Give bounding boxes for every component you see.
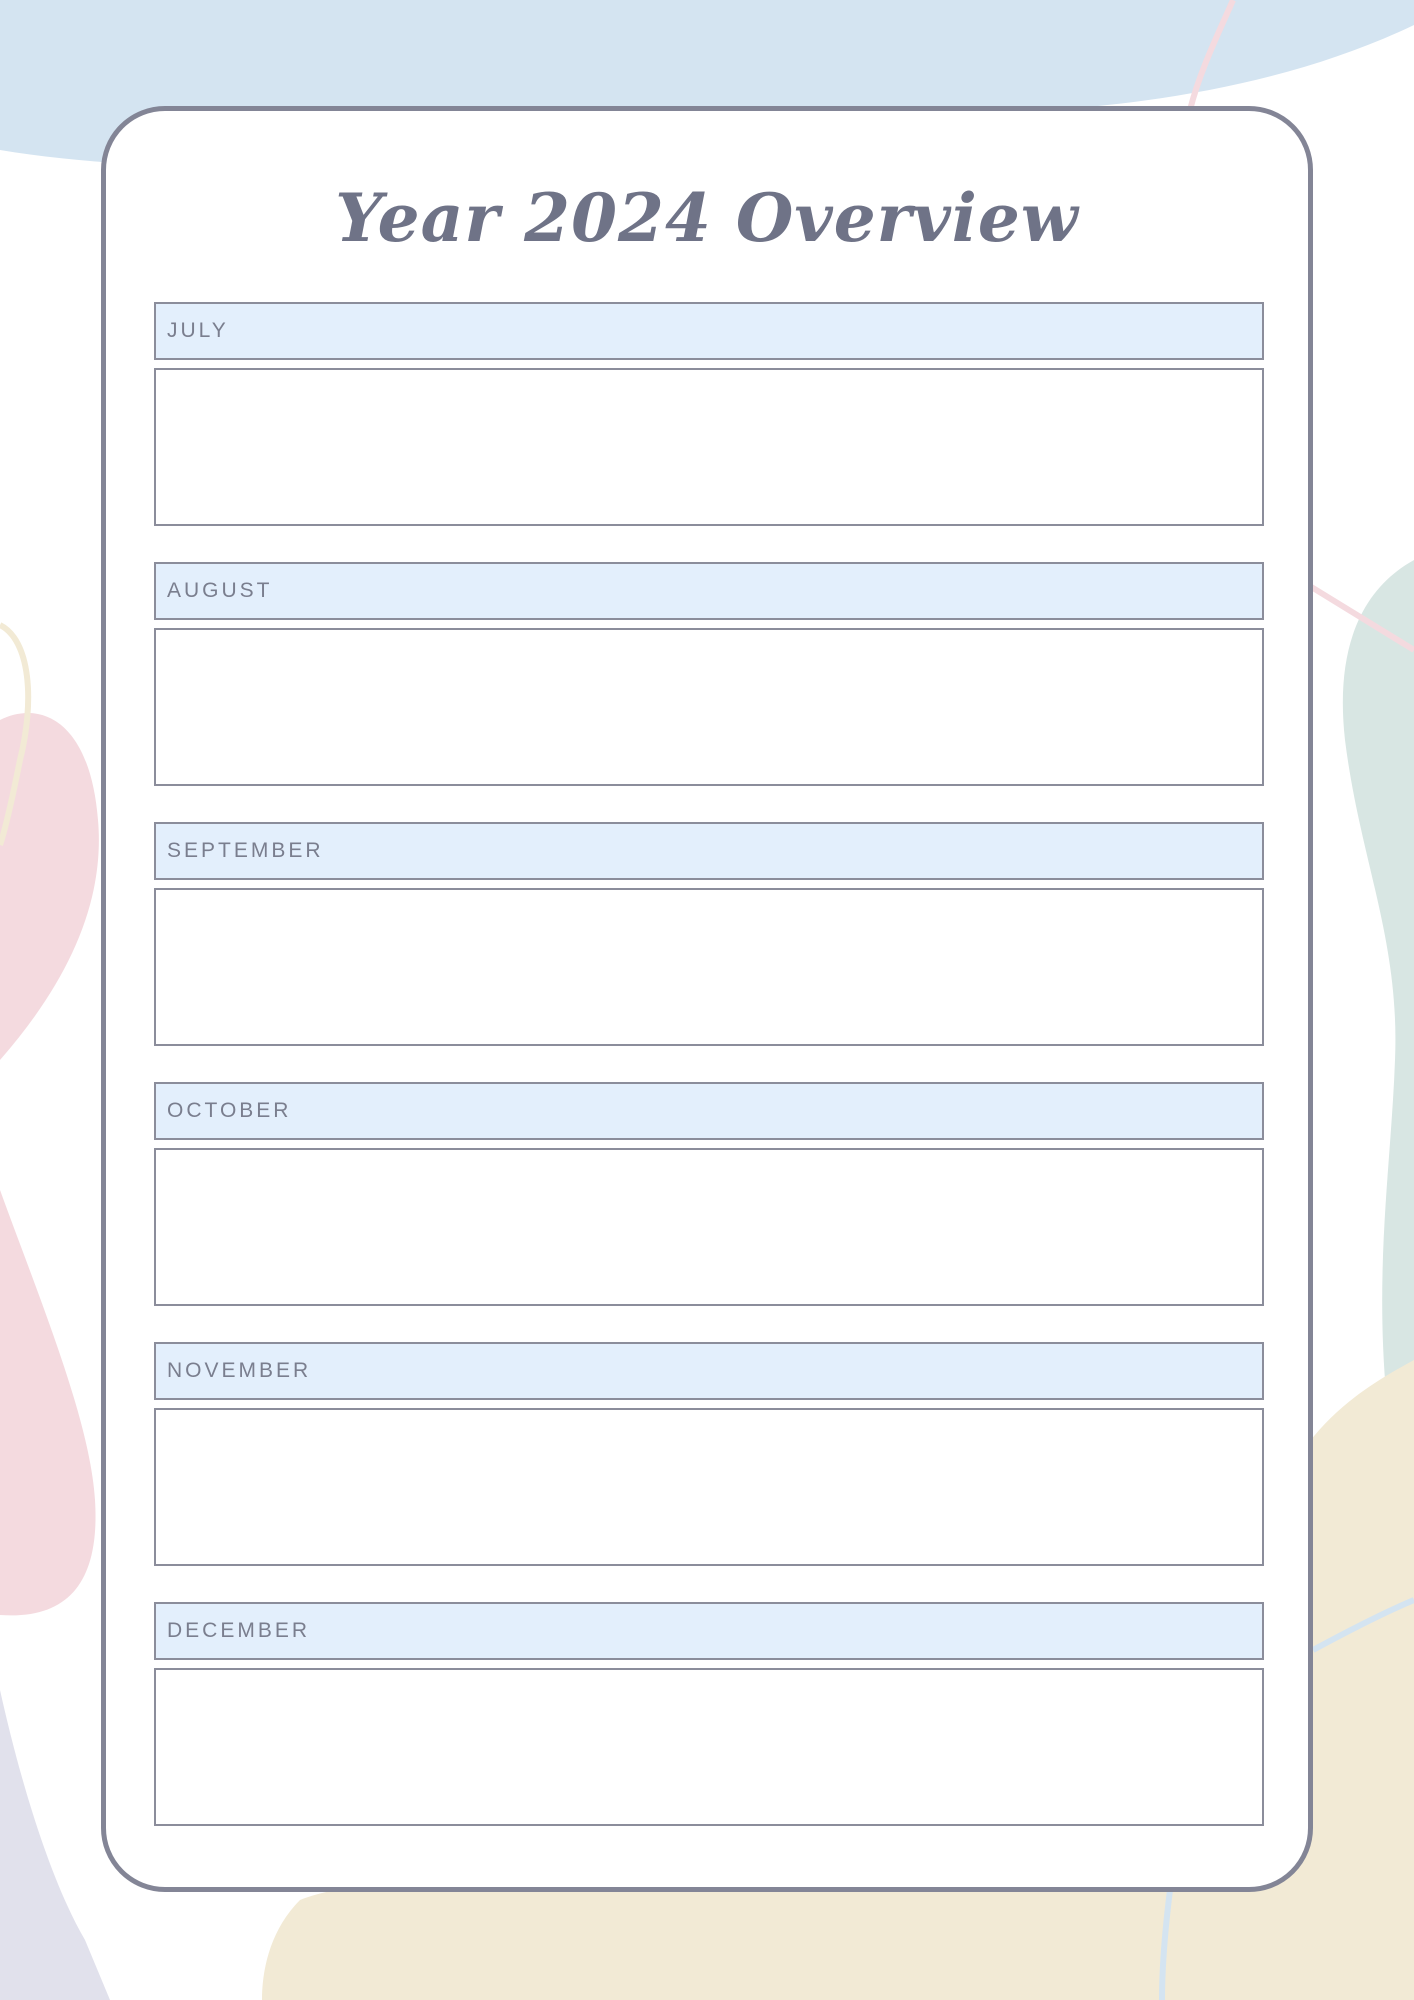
notes-box-september[interactable]: [154, 888, 1264, 1046]
month-label: SEPTEMBER: [167, 839, 324, 862]
month-section-july: JULY: [154, 302, 1264, 526]
page-title: Year 2024 Overview: [335, 179, 1079, 257]
notes-box-november[interactable]: [154, 1408, 1264, 1566]
overview-card: Year 2024 Overview JULY AUGUST SEPTEMBER…: [101, 106, 1313, 1892]
month-section-october: OCTOBER: [154, 1082, 1264, 1306]
month-label: DECEMBER: [167, 1619, 311, 1642]
month-header: JULY: [154, 302, 1264, 360]
pink-blob-left: [0, 713, 99, 1060]
month-section-november: NOVEMBER: [154, 1342, 1264, 1566]
lavender-blob-left: [0, 1690, 110, 2000]
notes-box-july[interactable]: [154, 368, 1264, 526]
month-header: NOVEMBER: [154, 1342, 1264, 1400]
notes-box-october[interactable]: [154, 1148, 1264, 1306]
month-section-august: AUGUST: [154, 562, 1264, 786]
month-label: NOVEMBER: [167, 1359, 312, 1382]
month-label: AUGUST: [167, 579, 273, 602]
notes-box-august[interactable]: [154, 628, 1264, 786]
month-header: AUGUST: [154, 562, 1264, 620]
month-header: DECEMBER: [154, 1602, 1264, 1660]
notes-box-december[interactable]: [154, 1668, 1264, 1826]
month-label: OCTOBER: [167, 1099, 292, 1122]
month-header: OCTOBER: [154, 1082, 1264, 1140]
month-section-december: DECEMBER: [154, 1602, 1264, 1826]
month-label: JULY: [167, 319, 229, 342]
pink-blob-left-lower: [0, 1190, 96, 1616]
month-header: SEPTEMBER: [154, 822, 1264, 880]
month-section-september: SEPTEMBER: [154, 822, 1264, 1046]
